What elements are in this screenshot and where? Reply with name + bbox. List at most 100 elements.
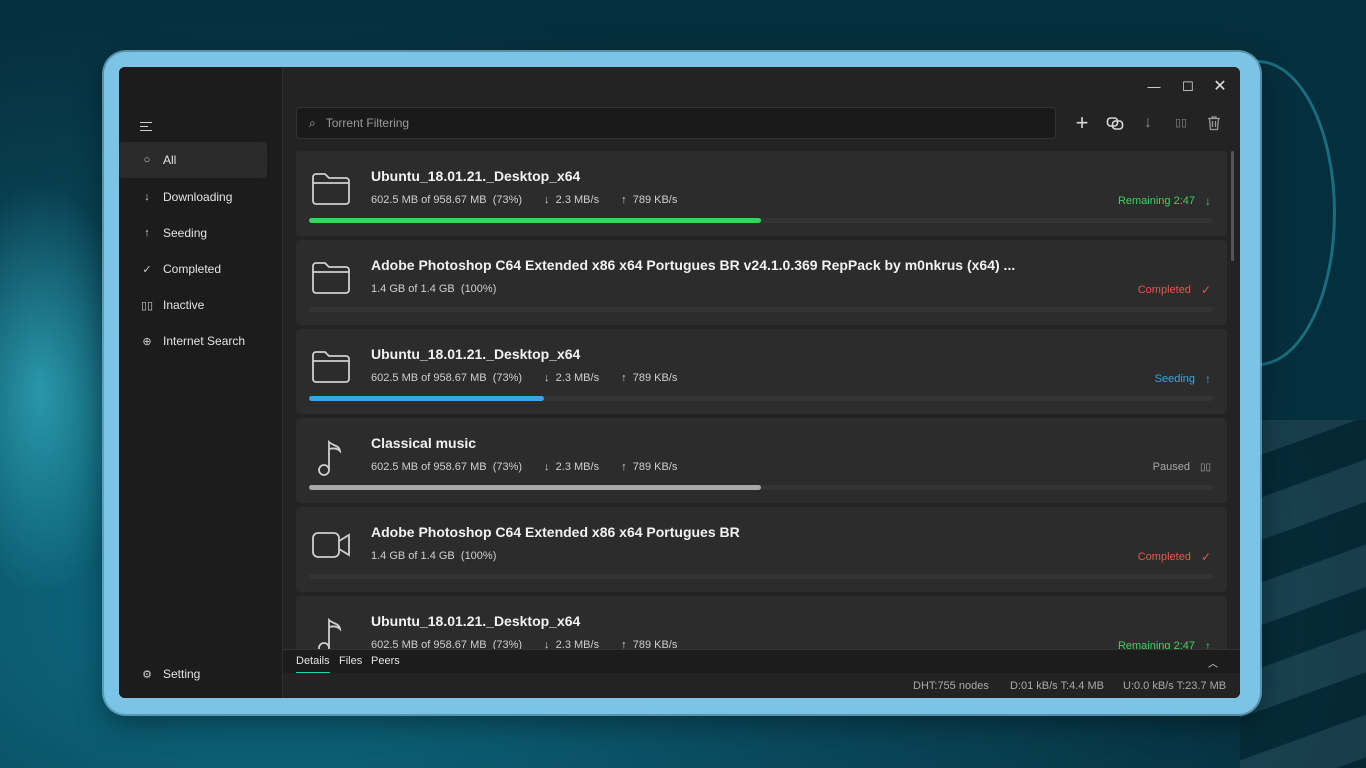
download-speed: ↓ 2.3 MB/s [544,194,600,206]
arrow-up-icon: ↑ [621,372,627,384]
progress-bar [309,574,1213,579]
minimize-icon[interactable]: — [1139,77,1169,97]
pause-icon: ▯▯ [1199,461,1211,473]
progress-fill [309,574,1213,579]
torrent-list: Ubuntu_18.01.21._Desktop_x64 602.5 MB of… [296,151,1227,649]
arrow-down-icon: ↓ [1205,194,1211,208]
torrent-size: 602.5 MB of 958.67 MB (73%) [371,194,523,206]
torrent-status: Paused ▯▯ [1152,461,1211,473]
trash-icon[interactable] [1202,111,1226,135]
sidebar-item-internet-search[interactable]: ⊕ Internet Search [119,323,267,359]
search-placeholder: Torrent Filtering [325,116,410,130]
upload-speed: ↑ 789 KB/s [621,461,678,473]
progress-bar [309,218,1213,223]
torrent-meta: 1.4 GB of 1.4 GB (100%) [371,550,496,562]
tab-peers[interactable]: Peers [371,655,400,667]
torrent-title: Classical music [371,435,477,451]
dht-status: DHT:755 nodes [913,680,989,692]
sidebar-item-label: All [163,153,177,167]
progress-bar [309,396,1213,401]
tab-details[interactable]: Details [296,655,330,674]
arrow-down-icon: ↓ [544,639,550,649]
sidebar-item-label: Setting [163,667,201,681]
download-icon[interactable]: ↓ [1136,111,1160,135]
progress-fill [309,218,761,223]
sidebar-item-label: Downloading [163,190,233,204]
torrent-size: 1.4 GB of 1.4 GB (100%) [371,283,497,295]
torrent-meta: 602.5 MB of 958.67 MB (73%) ↓ 2.3 MB/s ↑… [371,194,677,206]
arrow-down-icon: ↓ [544,194,550,206]
torrent-size: 602.5 MB of 958.67 MB (73%) [371,639,523,649]
torrent-size: 602.5 MB of 958.67 MB (73%) [371,461,523,473]
sidebar-item-downloading[interactable]: ↓ Downloading [119,179,267,215]
torrent-title: Ubuntu_18.01.21._Desktop_x64 [371,168,581,184]
torrent-status: Seeding ↑ [1154,372,1211,386]
arrow-up-icon: ↑ [621,194,627,206]
chevron-up-icon[interactable]: ︿ [1208,655,1218,670]
torrent-title: Ubuntu_18.01.21._Desktop_x64 [371,613,581,629]
download-speed: ↓ 2.3 MB/s [544,372,600,384]
gear-icon: ⚙ [142,668,152,681]
detail-tabs: Details Files Peers ︿ [283,649,1240,674]
torrent-status: Completed ✓ [1137,550,1211,564]
arrow-down-icon: ↓ [144,191,150,203]
arrow-down-icon: ↓ [544,461,550,473]
sidebar-item-label: Seeding [163,226,208,240]
arrow-up-icon: ↑ [621,639,627,649]
torrent-meta: 602.5 MB of 958.67 MB (73%) ↓ 2.3 MB/s ↑… [371,372,677,384]
progress-fill [309,485,761,490]
torrent-size: 1.4 GB of 1.4 GB (100%) [371,550,497,562]
progress-bar [309,307,1213,312]
torrent-card[interactable]: Adobe Photoshop C64 Extended x86 x64 Por… [296,240,1227,325]
menu-icon[interactable] [140,119,152,134]
sidebar-item-all[interactable]: ○ All [119,142,267,178]
upload-speed: ↑ 789 KB/s [621,639,678,649]
sidebar-item-setting[interactable]: ⚙ Setting [119,656,267,692]
arrow-up-icon: ↑ [1205,372,1211,386]
check-icon: ✓ [1200,283,1211,297]
add-icon[interactable]: + [1070,111,1094,135]
arrow-up-icon: ↑ [1205,639,1211,649]
download-speed: ↓ 2.3 MB/s [544,461,600,473]
video-icon [310,527,354,567]
torrent-card[interactable]: Classical music 602.5 MB of 958.67 MB (7… [296,418,1227,503]
folder-icon [310,171,354,211]
torrent-meta: 602.5 MB of 958.67 MB (73%) ↓ 2.3 MB/s ↑… [371,639,677,649]
torrent-card[interactable]: Adobe Photoshop C64 Extended x86 x64 Por… [296,507,1227,592]
status-bar: DHT:755 nodes D:01 kB/s T:4.4 MB U:0.0 k… [283,673,1240,698]
arrow-up-icon: ↑ [621,461,627,473]
music-icon [310,438,354,478]
sidebar-item-seeding[interactable]: ↑ Seeding [119,215,267,251]
arrow-down-icon: ↓ [544,372,550,384]
sidebar-item-inactive[interactable]: ▯▯ Inactive [119,287,267,323]
download-status: D:01 kB/s T:4.4 MB [1010,680,1104,692]
progress-bar [309,485,1213,490]
tab-files[interactable]: Files [339,655,362,667]
torrent-meta: 1.4 GB of 1.4 GB (100%) [371,283,496,295]
torrent-meta: 602.5 MB of 958.67 MB (73%) ↓ 2.3 MB/s ↑… [371,461,677,473]
search-input[interactable]: ⌕ Torrent Filtering [296,107,1056,139]
upload-speed: ↑ 789 KB/s [621,372,678,384]
sidebar-item-label: Internet Search [163,334,246,348]
link-icon[interactable] [1103,111,1127,135]
sidebar-item-completed[interactable]: ✓ Completed [119,251,267,287]
scrollbar[interactable] [1231,151,1234,261]
check-icon: ✓ [142,263,152,276]
upload-speed: ↑ 789 KB/s [621,194,678,206]
globe-icon: ⊕ [142,335,152,348]
torrent-status: Remaining 2:47 ↑ [1118,639,1211,649]
torrent-size: 602.5 MB of 958.67 MB (73%) [371,372,523,384]
folder-icon [310,260,354,300]
arrow-up-icon: ↑ [144,227,150,239]
download-speed: ↓ 2.3 MB/s [544,639,600,649]
torrent-card[interactable]: Ubuntu_18.01.21._Desktop_x64 602.5 MB of… [296,596,1227,649]
pause-icon[interactable]: ▯▯ [1169,111,1193,135]
progress-fill [309,307,1213,312]
torrent-card[interactable]: Ubuntu_18.01.21._Desktop_x64 602.5 MB of… [296,151,1227,236]
torrent-card[interactable]: Ubuntu_18.01.21._Desktop_x64 602.5 MB of… [296,329,1227,414]
circle-icon: ○ [143,154,151,166]
close-icon[interactable]: ✕ [1205,77,1235,97]
search-icon: ⌕ [309,115,316,130]
maximize-icon[interactable]: ☐ [1173,77,1203,97]
check-icon: ✓ [1200,550,1211,564]
